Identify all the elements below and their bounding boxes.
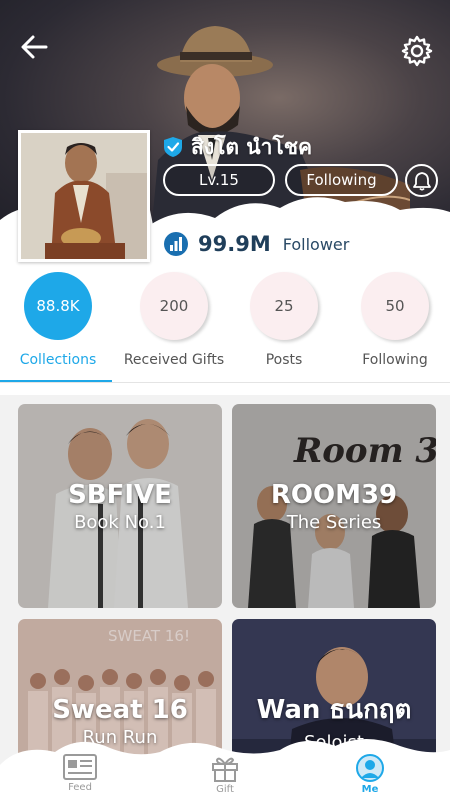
following-label: Following xyxy=(362,352,428,368)
tab-following[interactable]: 50 Following xyxy=(340,272,450,368)
bottom-navigation: Feed Gift Me xyxy=(0,730,450,800)
collection-title: Sweat 16 xyxy=(52,694,188,725)
collections-count: 88.8K xyxy=(24,272,92,340)
follower-count: 99.9M xyxy=(198,232,271,256)
verified-shield-icon xyxy=(164,137,182,157)
tab-collections[interactable]: 88.8K Collections xyxy=(3,272,113,368)
tab-received-gifts[interactable]: 200 Received Gifts xyxy=(119,272,229,368)
following-button[interactable]: Following xyxy=(285,164,398,196)
notification-bell-button[interactable] xyxy=(405,164,438,197)
tab-divider xyxy=(0,382,450,383)
nav-gift[interactable]: Gift xyxy=(185,754,265,795)
profile-stats-tabs: 88.8K Collections 200 Received Gifts 25 … xyxy=(0,272,450,384)
posts-label: Posts xyxy=(265,352,303,368)
profile-avatar xyxy=(18,130,150,262)
follower-label: Follower xyxy=(282,234,350,254)
collection-title: Wan ธนกฤต xyxy=(256,695,412,725)
collection-title: SBFIVE xyxy=(68,479,172,510)
avatar-image xyxy=(21,133,147,259)
tab-posts[interactable]: 25 Posts xyxy=(229,272,339,368)
newspaper-icon xyxy=(63,754,97,780)
nav-feed[interactable]: Feed xyxy=(40,754,120,793)
collection-subtitle: The Series xyxy=(286,511,382,533)
gear-icon[interactable] xyxy=(400,34,434,68)
follower-summary: 99.9M Follower xyxy=(164,232,349,256)
collection-card[interactable]: SBFIVE Book No.1 xyxy=(18,404,222,608)
posts-count: 25 xyxy=(250,272,318,340)
nav-me-label: Me xyxy=(361,784,379,795)
nav-gift-label: Gift xyxy=(216,784,234,795)
received-gifts-count: 200 xyxy=(140,272,208,340)
collection-subtitle: Book No.1 xyxy=(74,511,166,533)
collection-title: ROOM39 xyxy=(270,479,398,510)
received-gifts-label: Received Gifts xyxy=(123,352,225,368)
profile-name-row: สิงโต นำโชค xyxy=(163,133,312,161)
collections-label: Collections xyxy=(19,352,97,368)
nav-feed-label: Feed xyxy=(68,782,92,793)
nav-me[interactable]: Me xyxy=(330,754,410,795)
level-badge: Lv.15 xyxy=(163,164,275,196)
user-avatar-icon xyxy=(356,754,384,782)
back-arrow-icon[interactable] xyxy=(18,30,52,64)
gift-icon xyxy=(212,757,238,782)
bell-icon xyxy=(412,171,431,191)
following-count: 50 xyxy=(361,272,429,340)
collection-card[interactable]: Room 39 ROOM39 The Series xyxy=(232,404,436,608)
profile-name: สิงโต นำโชค xyxy=(191,134,313,159)
bar-chart-icon xyxy=(164,232,188,256)
